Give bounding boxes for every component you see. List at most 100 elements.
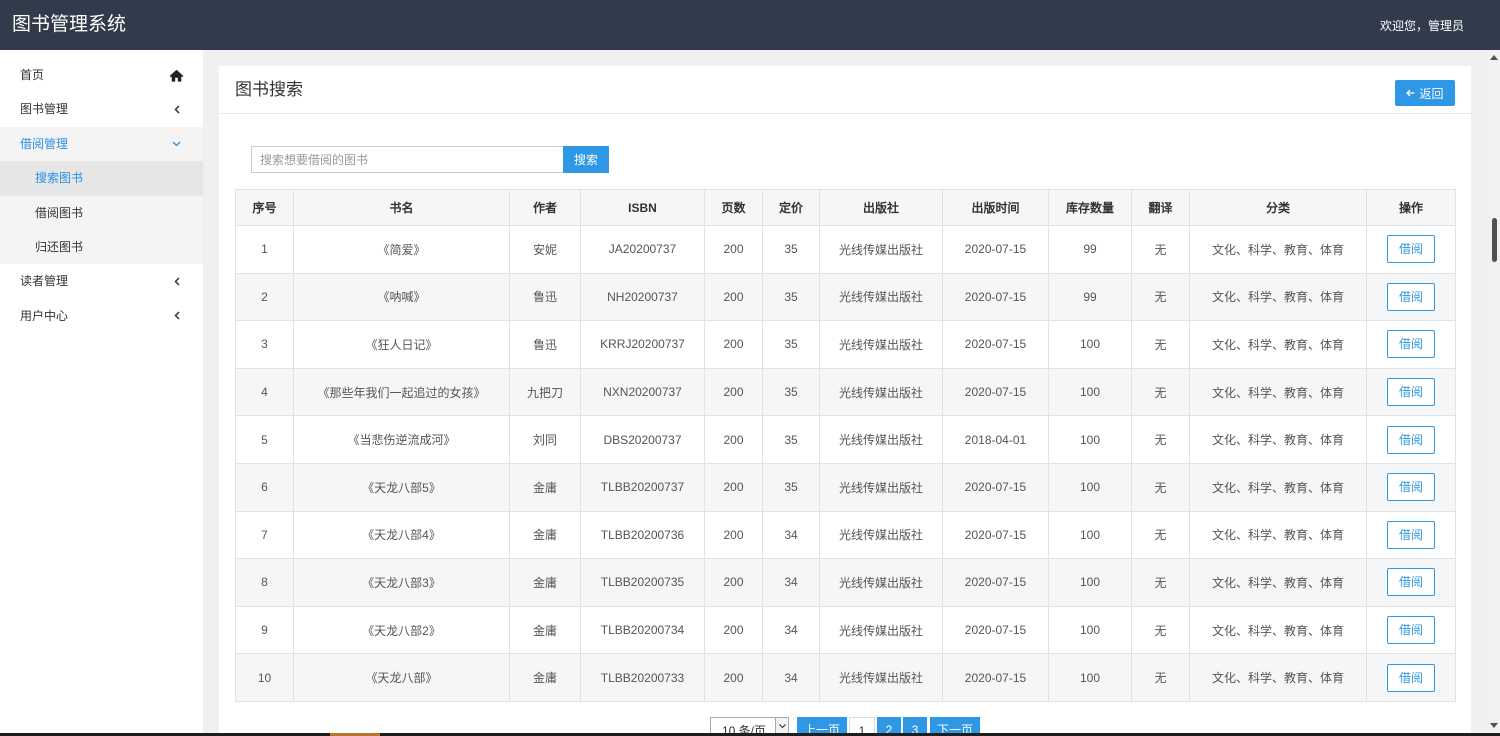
sidebar-subitem-search-books[interactable]: 搜索图书	[0, 161, 203, 196]
cell-title: 《天龙八部5》	[293, 462, 510, 512]
page-button-2[interactable]: 2	[877, 717, 901, 733]
sidebar-item-borrow-management[interactable]: 借阅管理	[0, 127, 203, 161]
table-row: 5 《当悲伤逆流成河》 刘同 DBS20200737 200 35 光线传媒出版社 2018-…	[235, 415, 1456, 464]
back-button-label: 返回	[1419, 86, 1444, 101]
chevron-left-icon	[169, 92, 184, 126]
cell-no: 4	[235, 367, 294, 417]
cell-title: 《天龙八部》	[293, 653, 510, 702]
search-button[interactable]: 搜索	[563, 146, 609, 173]
cell-title: 《呐喊》	[293, 272, 510, 322]
sidebar: 首页 图书管理 借阅管理 搜索图书 借阅图书 归还图书 读者管理 用户中心	[0, 50, 203, 733]
cell-publisher: 光线传媒出版社	[819, 462, 943, 512]
cell-author: 金庸	[509, 558, 581, 607]
card-header: 图书搜索 返回	[219, 66, 1471, 114]
cell-price: 34	[762, 605, 820, 655]
borrow-button[interactable]: 借阅	[1387, 235, 1435, 264]
chevron-left-icon	[169, 299, 184, 333]
page-scrollbar[interactable]	[1488, 50, 1500, 733]
cell-action: 借阅	[1366, 415, 1456, 464]
column-header-publisher: 出版社	[819, 189, 943, 226]
cell-price: 35	[762, 415, 820, 464]
sidebar-item-user-center[interactable]: 用户中心	[0, 299, 203, 333]
borrow-button[interactable]: 借阅	[1387, 616, 1435, 645]
cell-stock: 100	[1048, 462, 1132, 512]
cell-price: 35	[762, 320, 820, 369]
cell-stock: 99	[1048, 225, 1132, 274]
cell-title: 《天龙八部2》	[293, 605, 510, 655]
borrow-button[interactable]: 借阅	[1387, 568, 1435, 597]
cell-title: 《简爱》	[293, 225, 510, 274]
page-button-3[interactable]: 3	[903, 717, 927, 733]
sidebar-item-book-management[interactable]: 图书管理	[0, 92, 203, 126]
page-size-value: 10 条/页	[722, 724, 767, 733]
cell-author: 金庸	[509, 653, 581, 702]
borrow-button[interactable]: 借阅	[1387, 378, 1435, 407]
cell-no: 3	[235, 320, 294, 369]
cell-no: 10	[235, 653, 294, 702]
cell-no: 8	[235, 558, 294, 607]
sidebar-subitem-label: 借阅图书	[35, 205, 84, 220]
column-header-pages: 页数	[704, 189, 763, 226]
scrollbar-thumb[interactable]	[1492, 218, 1497, 262]
cell-action: 借阅	[1366, 225, 1456, 274]
cell-publisher: 光线传媒出版社	[819, 415, 943, 464]
borrow-button[interactable]: 借阅	[1387, 520, 1435, 549]
cell-no: 1	[235, 225, 294, 274]
cell-author: 鲁迅	[509, 320, 581, 369]
cell-action: 借阅	[1366, 367, 1456, 417]
borrow-button[interactable]: 借阅	[1387, 473, 1435, 502]
cell-pub-date: 2020-07-15	[942, 605, 1049, 655]
borrow-button[interactable]: 借阅	[1387, 663, 1435, 692]
cell-category: 文化、科学、教育、体育	[1189, 605, 1367, 655]
cell-author: 安妮	[509, 225, 581, 274]
cell-translation: 无	[1131, 415, 1190, 464]
welcome-text: 欢迎您，管理员	[1379, 19, 1464, 33]
sidebar-subitem-borrow-books[interactable]: 借阅图书	[0, 196, 203, 230]
cell-stock: 100	[1048, 320, 1132, 369]
prev-page-button[interactable]: 上一页	[797, 717, 847, 733]
arrow-left-icon	[1406, 89, 1415, 97]
sidebar-subitem-label: 归还图书	[35, 239, 84, 254]
next-page-button[interactable]: 下一页	[930, 717, 980, 733]
cell-publisher: 光线传媒出版社	[819, 605, 943, 655]
cell-pages: 200	[704, 225, 763, 274]
scroll-down-button[interactable]	[1490, 723, 1498, 728]
sidebar-item-label: 图书管理	[20, 102, 69, 117]
cell-translation: 无	[1131, 558, 1190, 607]
column-header-stock: 库存数量	[1048, 189, 1132, 226]
cell-pub-date: 2020-07-15	[942, 225, 1049, 274]
page-size-select[interactable]: 10 条/页	[710, 717, 789, 733]
scroll-up-button[interactable]	[1490, 55, 1498, 60]
borrow-button[interactable]: 借阅	[1387, 425, 1435, 454]
cell-title: 《那些年我们一起追过的女孩》	[293, 367, 510, 417]
chevron-down-icon	[169, 127, 184, 161]
sidebar-item-home[interactable]: 首页	[0, 58, 203, 92]
cell-no: 6	[235, 462, 294, 512]
cell-publisher: 光线传媒出版社	[819, 558, 943, 607]
cell-isbn: JA20200737	[580, 225, 705, 274]
table-row: 9 《天龙八部2》 金庸 TLBB20200734 200 34 光线传媒出版社 2020-0…	[235, 605, 1456, 655]
app-title: 图书管理系统	[12, 14, 127, 35]
cell-stock: 100	[1048, 510, 1132, 560]
table-row: 4 《那些年我们一起追过的女孩》 九把刀 NXN20200737 200 35 光线传媒出版…	[235, 367, 1456, 417]
column-header-title: 书名	[293, 189, 510, 226]
column-header-author: 作者	[509, 189, 581, 226]
cell-pub-date: 2020-07-15	[942, 558, 1049, 607]
back-button[interactable]: 返回	[1395, 80, 1455, 106]
borrow-button[interactable]: 借阅	[1387, 330, 1435, 359]
cell-isbn: KRRJ20200737	[580, 320, 705, 369]
sidebar-subitem-return-books[interactable]: 归还图书	[0, 230, 203, 264]
table-row: 8 《天龙八部3》 金庸 TLBB20200735 200 34 光线传媒出版社 2020-0…	[235, 558, 1456, 607]
table-row: 3 《狂人日记》 鲁迅 KRRJ20200737 200 35 光线传媒出版社 2020-07…	[235, 320, 1456, 369]
cell-price: 35	[762, 462, 820, 512]
cell-pages: 200	[704, 510, 763, 560]
sidebar-item-reader-management[interactable]: 读者管理	[0, 264, 203, 298]
cell-publisher: 光线传媒出版社	[819, 225, 943, 274]
cell-isbn: DBS20200737	[580, 415, 705, 464]
cell-pub-date: 2020-07-15	[942, 367, 1049, 417]
search-input[interactable]	[251, 146, 563, 173]
sidebar-item-label: 首页	[20, 68, 45, 82]
cell-no: 9	[235, 605, 294, 655]
page-button-1[interactable]: 1	[849, 717, 875, 733]
borrow-button[interactable]: 借阅	[1387, 282, 1435, 311]
